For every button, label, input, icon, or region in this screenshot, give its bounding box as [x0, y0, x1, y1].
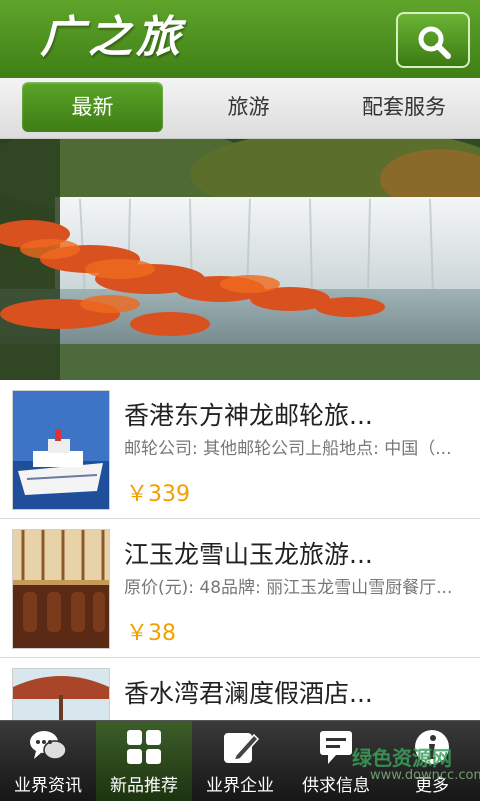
- watermark-text: 绿色资源网: [352, 746, 452, 770]
- nav-enterprises[interactable]: 业界企业: [192, 721, 288, 801]
- list-item[interactable]: 香港东方神龙邮轮旅... 邮轮公司: 其他邮轮公司上船地点: 中国（... ￥3…: [0, 380, 480, 519]
- item-title: 香水湾君澜度假酒店...: [124, 679, 373, 708]
- item-description: 邮轮公司: 其他邮轮公司上船地点: 中国（...: [124, 439, 452, 459]
- nav-industry-news[interactable]: 业界资讯: [0, 721, 96, 801]
- tab-latest[interactable]: 最新: [22, 82, 163, 132]
- nav-label: 新品推荐: [110, 776, 178, 796]
- item-price: ￥38: [126, 621, 176, 646]
- cruise-ship-image: [12, 390, 110, 510]
- item-price: ￥339: [126, 482, 190, 507]
- banner-carousel[interactable]: [0, 139, 480, 380]
- tab-travel[interactable]: 旅游: [178, 82, 319, 132]
- message-icon: [320, 731, 352, 764]
- product-list: 香港东方神龙邮轮旅... 邮轮公司: 其他邮轮公司上船地点: 中国（... ￥3…: [0, 380, 480, 720]
- item-title: 江玉龙雪山玉龙旅游...: [124, 540, 373, 569]
- chat-bubbles-icon: [30, 731, 67, 760]
- app-header: 广之旅: [0, 0, 480, 78]
- watermark-url: www.downcc.com: [370, 768, 480, 783]
- tab-services[interactable]: 配套服务: [330, 82, 478, 132]
- nav-label: 业界企业: [206, 776, 274, 796]
- list-item[interactable]: 江玉龙雪山玉龙旅游... 原价(元): 48品牌: 丽江玉龙雪山雪厨餐厅... …: [0, 519, 480, 658]
- nav-new-products[interactable]: 新品推荐: [96, 721, 192, 801]
- grid-icon: [127, 730, 161, 764]
- restaurant-image: [12, 529, 110, 649]
- list-item[interactable]: 香水湾君澜度假酒店...: [0, 658, 480, 720]
- edit-icon: [224, 733, 260, 763]
- item-description: 原价(元): 48品牌: 丽江玉龙雪山雪厨餐厅...: [124, 578, 453, 598]
- nav-label: 业界资讯: [14, 776, 82, 796]
- item-title: 香港东方神龙邮轮旅...: [124, 401, 373, 430]
- category-tabs: 最新 旅游 配套服务: [0, 78, 480, 139]
- search-icon: [418, 26, 451, 59]
- app-logo: 广之旅: [40, 12, 184, 63]
- waterfall-image: [0, 139, 480, 380]
- search-button[interactable]: [396, 12, 470, 68]
- resort-image: [12, 668, 110, 720]
